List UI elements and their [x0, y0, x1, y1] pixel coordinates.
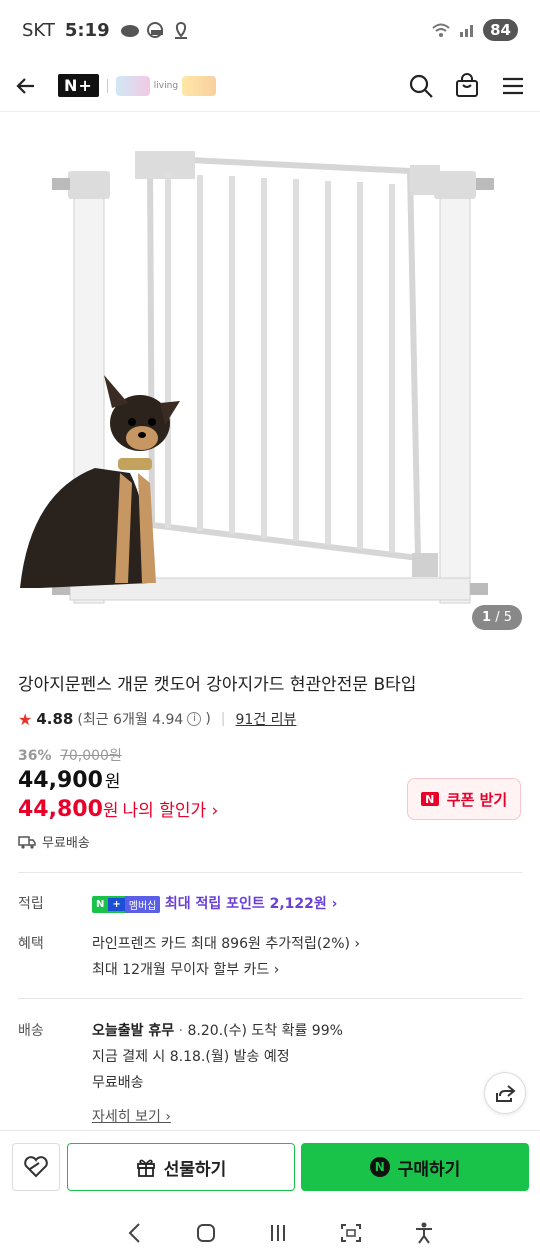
divider — [18, 872, 522, 873]
nplus-logo[interactable]: N+ — [58, 74, 99, 97]
delivery-dot: · — [178, 1023, 184, 1039]
top-header: N+ living — [0, 60, 540, 112]
battery-indicator: 84 — [483, 19, 518, 41]
buy-button[interactable]: N 구매하기 — [301, 1143, 529, 1191]
status-bar: SKT 5:19 84 — [0, 0, 540, 60]
store-logo-text: living — [153, 80, 179, 91]
header-divider — [106, 78, 108, 93]
wifi-icon — [432, 23, 450, 37]
coupon-label: 쿠폰 받기 — [446, 790, 508, 809]
my-price-unit: 원 — [102, 801, 119, 821]
signal-icon — [460, 25, 474, 37]
pager-current: 1 — [482, 610, 492, 625]
back-arrow-icon[interactable] — [14, 74, 38, 98]
notification-icons — [120, 21, 190, 39]
naver-coupon-icon: N — [420, 792, 439, 806]
star-icon: ★ — [18, 709, 33, 729]
share-button[interactable] — [484, 1072, 526, 1114]
store-logo-art-left — [115, 75, 150, 96]
details-link[interactable]: 자세히 보기 › — [92, 1106, 171, 1126]
discount-percent: 36% — [18, 748, 52, 764]
rating-separator: | — [220, 711, 226, 727]
gift-label: 선물하기 — [163, 1159, 227, 1180]
wishlist-button[interactable] — [12, 1143, 60, 1191]
product-title: 강아지문펜스 개문 캣도어 강아지가드 현관안전문 B타입 — [18, 675, 417, 695]
shipping-label: 무료배송 — [42, 836, 90, 851]
points-label: 적립 — [18, 896, 44, 912]
buy-label: 구매하기 — [397, 1159, 461, 1180]
divider — [18, 998, 522, 999]
info-icon[interactable]: i — [187, 712, 202, 726]
clock: 5:19 — [64, 19, 110, 41]
carrier-label: SKT — [22, 19, 55, 41]
shipping-summary: 무료배송 — [18, 832, 90, 851]
store-logo-art-right — [182, 75, 217, 96]
location-icon — [174, 21, 187, 39]
cloud-icon — [120, 25, 139, 37]
delivery-status: 오늘출발 휴무 — [92, 1023, 175, 1039]
delivery-label: 배송 — [18, 1023, 44, 1039]
naverpay-icon: N — [369, 1157, 390, 1177]
rating-score: 4.88 — [36, 710, 74, 728]
delivery-info: 오늘출발 휴무 · 8.20.(수) 도착 확률 99% — [92, 1020, 343, 1040]
pager-total: / 5 — [495, 610, 512, 625]
store-logo[interactable]: living — [115, 75, 217, 96]
product-image[interactable] — [0, 113, 540, 648]
nplus-membership-badge: N + 멤버십 — [92, 895, 161, 913]
delivery-dispatch: 지금 결제 시 8.18.(월) 발송 예정 — [92, 1049, 290, 1065]
sale-price-value: 44,900 — [18, 768, 103, 793]
shopping-bag-icon[interactable] — [454, 72, 480, 99]
nav-screenshot-icon[interactable] — [339, 1222, 363, 1244]
my-discount-price[interactable]: 44,800원 나의 할인가 › — [18, 796, 218, 822]
truck-icon — [18, 835, 36, 849]
benefit-label: 혜택 — [18, 936, 44, 952]
nav-home-icon[interactable] — [195, 1222, 217, 1244]
reviews-link[interactable]: 91건 리뷰 — [236, 709, 297, 729]
original-price: 70,000원 — [59, 748, 122, 764]
sale-price-unit: 원 — [104, 772, 121, 792]
weather-icon — [146, 22, 163, 38]
benefit-card-points[interactable]: 라인프렌즈 카드 최대 896원 추가적립(2%) › — [92, 933, 360, 953]
delivery-fee: 무료배송 — [92, 1075, 144, 1091]
system-nav-bar — [0, 1205, 540, 1260]
recent-rating: (최근 6개월 4.94 — [77, 712, 184, 728]
heart-icon — [24, 1156, 48, 1178]
pet-gate-illustration — [20, 151, 494, 604]
nav-back-icon[interactable] — [125, 1221, 145, 1245]
discount-row: 36% 70,000원 — [18, 745, 122, 765]
gift-icon — [136, 1159, 155, 1177]
sale-price: 44,900 원 — [18, 767, 121, 793]
image-pager: 1 / 5 — [472, 605, 522, 630]
share-icon — [496, 1085, 516, 1102]
points-value[interactable]: N + 멤버십 최대 적립 포인트 2,122원 › — [92, 893, 337, 913]
accessibility-icon[interactable] — [413, 1221, 435, 1245]
coupon-button[interactable]: N 쿠폰 받기 — [407, 778, 521, 820]
rating-row: ★ 4.88 (최근 6개월 4.94 i) | 91건 리뷰 — [18, 709, 296, 729]
gift-button[interactable]: 선물하기 — [67, 1143, 295, 1191]
search-icon[interactable] — [408, 73, 434, 99]
my-price-value: 44,800 — [18, 797, 103, 822]
my-price-label: 나의 할인가 › — [122, 801, 219, 821]
delivery-arrival: 8.20.(수) 도착 확률 99% — [187, 1023, 343, 1039]
menu-icon[interactable] — [500, 73, 526, 99]
points-text: 최대 적립 포인트 2,122원 › — [164, 896, 338, 912]
purchase-bar: 선물하기 N 구매하기 — [0, 1130, 540, 1205]
benefit-installment[interactable]: 최대 12개월 무이자 할부 카드 › — [92, 959, 279, 979]
nav-recents-icon[interactable] — [267, 1222, 289, 1244]
recent-rating-close: ) — [205, 711, 211, 727]
